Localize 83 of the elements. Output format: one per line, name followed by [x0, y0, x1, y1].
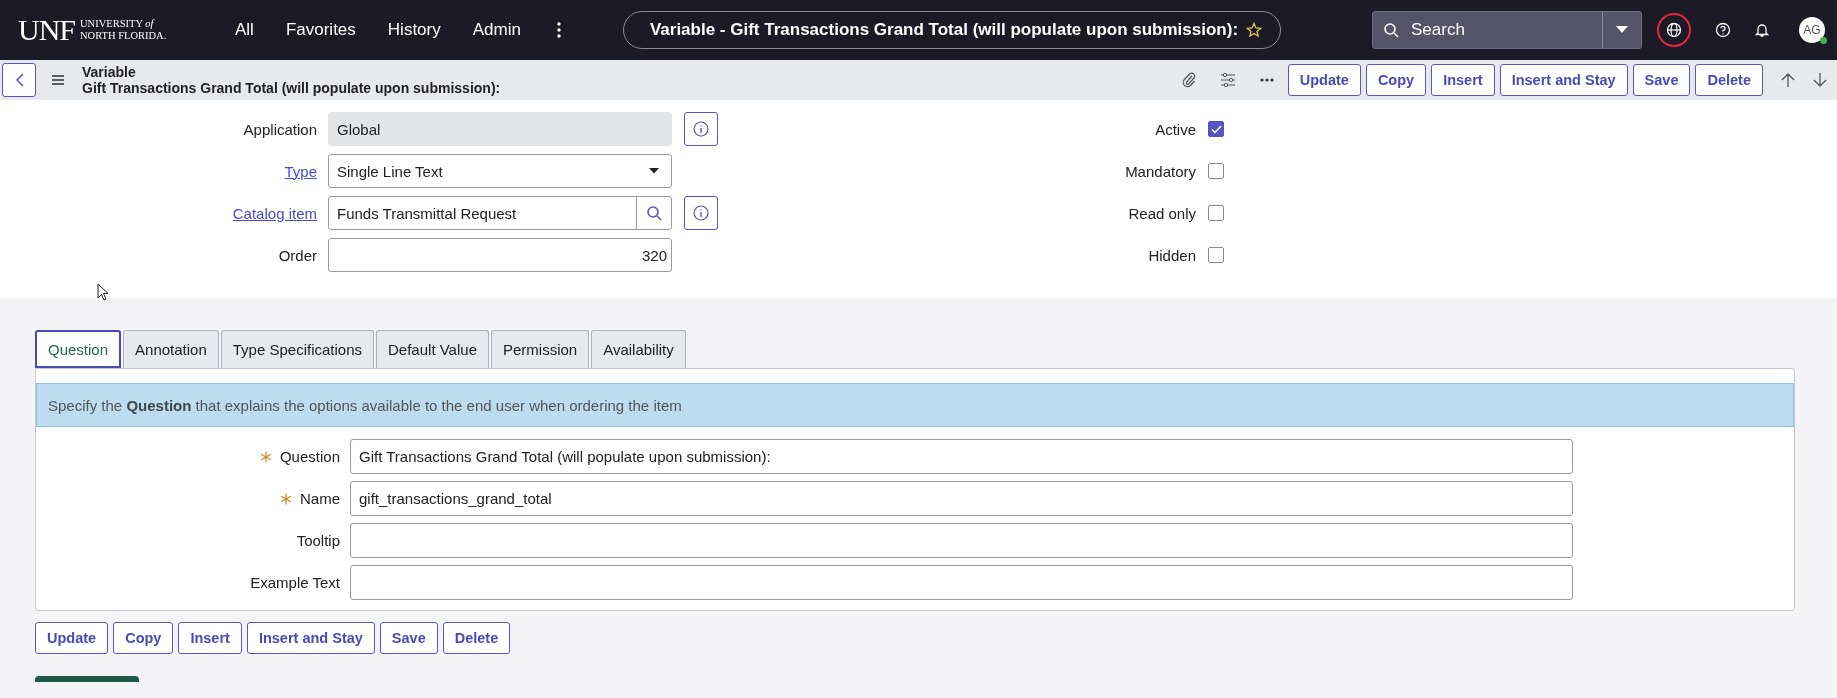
form-button[interactable]: Insert and Stay	[1499, 64, 1628, 96]
search-icon	[646, 205, 662, 221]
logo-text: UNIVERSITY of	[80, 18, 156, 30]
number-field[interactable]: 320	[328, 238, 672, 272]
form-button[interactable]: Delete	[1695, 64, 1763, 96]
info-button[interactable]	[684, 112, 718, 146]
info-button[interactable]	[684, 196, 718, 230]
globe-button[interactable]	[1657, 13, 1691, 47]
help-icon[interactable]	[1715, 22, 1731, 38]
checkbox-label: Mandatory	[1124, 162, 1197, 180]
notifications-icon[interactable]	[1755, 22, 1769, 38]
form-button[interactable]: Copy	[1365, 64, 1427, 96]
text-field[interactable]: gift_transactions_grand_total	[350, 481, 1573, 516]
checkbox-label: Active	[1154, 120, 1197, 138]
caret-icon	[1616, 26, 1628, 34]
info-message: Specify the Question that explains the options available to the end user when ordering the item	[48, 396, 682, 414]
nav-link[interactable]: Favorites	[285, 20, 356, 40]
info-icon	[693, 205, 709, 221]
form-button[interactable]: Delete	[442, 622, 511, 654]
nav-link[interactable]: Admin	[472, 20, 521, 40]
field-label: Order	[277, 246, 318, 264]
caret-icon	[649, 168, 659, 174]
tab[interactable]: Permission	[491, 330, 590, 368]
checkbox[interactable]	[1208, 163, 1224, 179]
nav-link[interactable]: All	[235, 20, 254, 40]
globe-icon	[1666, 22, 1682, 38]
more-icon[interactable]	[556, 22, 561, 38]
tab[interactable]: Question	[35, 330, 122, 368]
field-label: Application	[242, 120, 318, 138]
logo-mark: UNF	[18, 13, 75, 47]
field-label: Question	[279, 448, 340, 465]
form-button[interactable]: Update	[35, 622, 109, 654]
star-icon[interactable]	[1246, 22, 1263, 38]
tab[interactable]: Availability	[591, 330, 686, 368]
field-label: Tooltip	[296, 532, 340, 549]
text-field[interactable]: Gift Transactions Grand Total (will populate upon submission):	[350, 439, 1573, 474]
form-button[interactable]: Insert and Stay	[246, 622, 375, 654]
checkbox[interactable]	[1208, 247, 1224, 263]
logo-text: NORTH FLORIDA.	[80, 30, 167, 42]
select-field[interactable]: Single Line Text	[328, 154, 672, 188]
arrow-down-icon[interactable]	[1813, 72, 1827, 88]
form-button[interactable]: Update	[1287, 64, 1361, 96]
checkmark-icon	[1210, 124, 1222, 134]
back-button[interactable]	[2, 63, 36, 97]
form-button[interactable]: Insert	[178, 622, 242, 654]
form-button[interactable]: Save	[379, 622, 438, 654]
search-icon	[1383, 22, 1399, 38]
menu-icon[interactable]	[52, 75, 64, 85]
checkbox-label: Read only	[1127, 204, 1197, 222]
checkbox[interactable]	[1208, 121, 1224, 137]
nav-link[interactable]: History	[387, 20, 441, 40]
reference-field[interactable]: Funds Transmittal Request	[328, 196, 672, 230]
form-button[interactable]: Copy	[113, 622, 174, 654]
record-name: Gift Transactions Grand Total (will populate upon submission):	[82, 80, 501, 96]
back-icon	[14, 73, 24, 87]
checkbox[interactable]	[1208, 205, 1224, 221]
tab[interactable]: Default Value	[376, 330, 489, 368]
paperclip-icon[interactable]	[1181, 72, 1196, 88]
field-label-link[interactable]: Catalog item	[0, 204, 328, 222]
field-label: Name	[300, 490, 340, 507]
record-title: Variable - Gift Transactions Grand Total (will populate upon submission):	[649, 20, 1239, 40]
info-icon	[693, 121, 709, 137]
record-type: Variable	[82, 64, 137, 80]
search-bar[interactable]: Search	[1372, 11, 1642, 49]
readonly-field: Global	[328, 112, 672, 146]
tab[interactable]: Type Specifications	[220, 330, 375, 368]
field-label-link[interactable]: Type	[0, 162, 328, 180]
required-icon	[259, 450, 272, 463]
field-label: Example Text	[250, 574, 340, 591]
form-button[interactable]: Insert	[1431, 64, 1495, 96]
form-button[interactable]: Save	[1632, 64, 1691, 96]
user-avatar[interactable]: AG	[1799, 17, 1825, 43]
text-field[interactable]	[350, 523, 1573, 558]
text-field[interactable]	[350, 565, 1573, 600]
search-field[interactable]: Search	[1409, 19, 1602, 41]
more-icon[interactable]	[1259, 78, 1274, 82]
checkbox-label: Hidden	[1147, 246, 1197, 264]
user-initials: AG	[1803, 23, 1821, 37]
arrow-up-icon[interactable]	[1781, 72, 1795, 88]
required-icon	[280, 492, 292, 505]
tab[interactable]: Annotation	[123, 330, 219, 368]
settings-sliders-icon[interactable]	[1219, 73, 1236, 87]
online-status-dot	[1820, 37, 1827, 44]
